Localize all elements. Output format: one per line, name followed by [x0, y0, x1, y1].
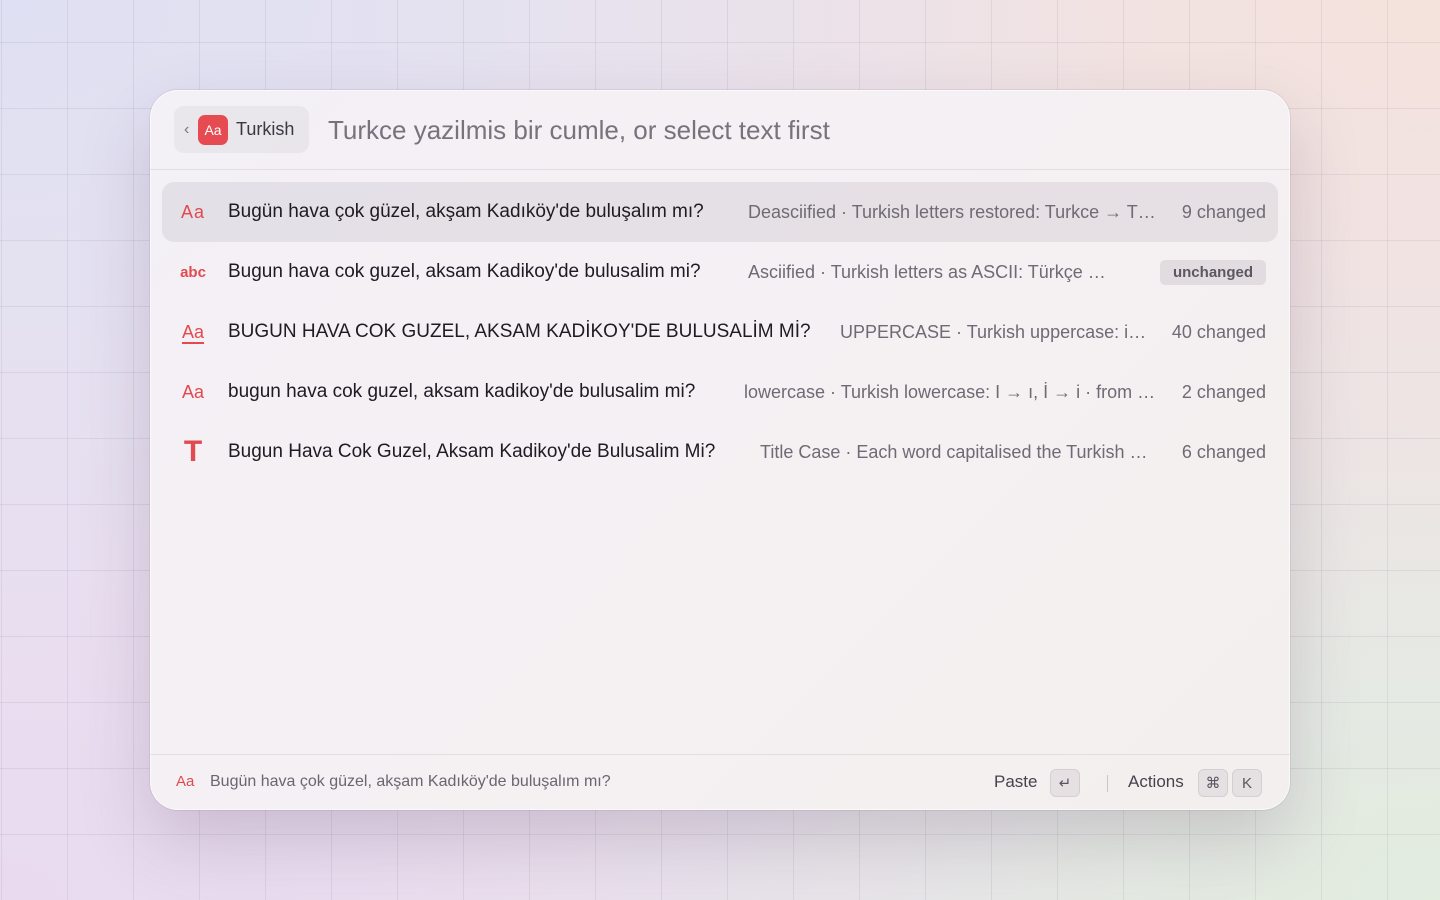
- change-count: 6 changed: [1181, 441, 1266, 462]
- actions-button[interactable]: Actions: [1128, 772, 1184, 792]
- uppercase-icon: Aa: [181, 321, 205, 342]
- results-list: Aa Bugün hava çok güzel, akşam Kadıköy'd…: [162, 182, 1278, 482]
- abc-icon: abc: [180, 263, 206, 281]
- title-case-icon: T: [183, 435, 203, 468]
- list-item[interactable]: abc Bugun hava cok guzel, aksam Kadikoy'…: [162, 242, 1278, 302]
- change-count: 9 changed: [1181, 201, 1266, 222]
- result-title: BUGUN HAVA COK GUZEL, AKSAM KADİKOY'DE B…: [228, 321, 811, 342]
- list-item[interactable]: Aa BUGUN HAVA COK GUZEL, AKSAM KADİKOY'D…: [162, 302, 1278, 362]
- chevron-left-icon[interactable]: ‹: [184, 121, 196, 139]
- k-key-icon: K: [1232, 769, 1262, 797]
- paste-button[interactable]: Paste: [994, 772, 1037, 792]
- result-subtitle: Asciified · Turkish letters as ASCII: Tü…: [748, 261, 1122, 282]
- list-item[interactable]: T Bugun Hava Cok Guzel, Aksam Kadikoy'de…: [162, 422, 1278, 482]
- launcher-window: ‹ Aa Turkish Aa Bugün hava çok güzel, ak…: [150, 90, 1290, 810]
- selected-preview: Bugün hava çok güzel, akşam Kadıköy'de b…: [210, 773, 611, 790]
- action-bar: Aa Bugün hava çok güzel, akşam Kadıköy'd…: [150, 754, 1290, 810]
- back-to-command-chip[interactable]: ‹ Aa Turkish: [174, 106, 309, 153]
- result-title: Bugun hava cok guzel, aksam Kadikoy'de b…: [228, 261, 701, 282]
- text-case-icon: Aa: [176, 773, 195, 790]
- text-case-icon: Aa: [180, 201, 206, 222]
- result-title: Bugun Hava Cok Guzel, Aksam Kadikoy'de B…: [228, 441, 716, 462]
- result-subtitle: Deasciified · Turkish letters restored: …: [748, 201, 1158, 222]
- search-input[interactable]: [328, 110, 1228, 150]
- list-item[interactable]: Aa bugun hava cok guzel, aksam kadikoy'd…: [162, 362, 1278, 422]
- turkish-command-icon: Aa: [198, 114, 228, 145]
- search-header: ‹ Aa Turkish: [150, 90, 1290, 170]
- divider: [1107, 775, 1108, 792]
- return-key-icon: ↵: [1050, 769, 1080, 797]
- command-key-icon: ⌘: [1198, 769, 1228, 797]
- result-subtitle: lowercase · Turkish lowercase: I → ı, İ …: [744, 381, 1158, 402]
- status-badge: unchanged: [1159, 259, 1266, 285]
- result-title: Bugün hava çok güzel, akşam Kadıköy'de b…: [228, 201, 704, 222]
- list-item[interactable]: Aa Bugün hava çok güzel, akşam Kadıköy'd…: [162, 182, 1278, 242]
- result-subtitle: UPPERCASE · Turkish uppercase: i → İ: [840, 321, 1150, 342]
- change-count: 40 changed: [1171, 321, 1266, 342]
- result-title: bugun hava cok guzel, aksam kadikoy'de b…: [228, 381, 696, 402]
- command-name: Turkish: [236, 119, 295, 139]
- change-count: 2 changed: [1181, 381, 1266, 402]
- result-subtitle: Title Case · Each word capitalised the T…: [760, 441, 1150, 462]
- lowercase-icon: Aa: [181, 381, 205, 402]
